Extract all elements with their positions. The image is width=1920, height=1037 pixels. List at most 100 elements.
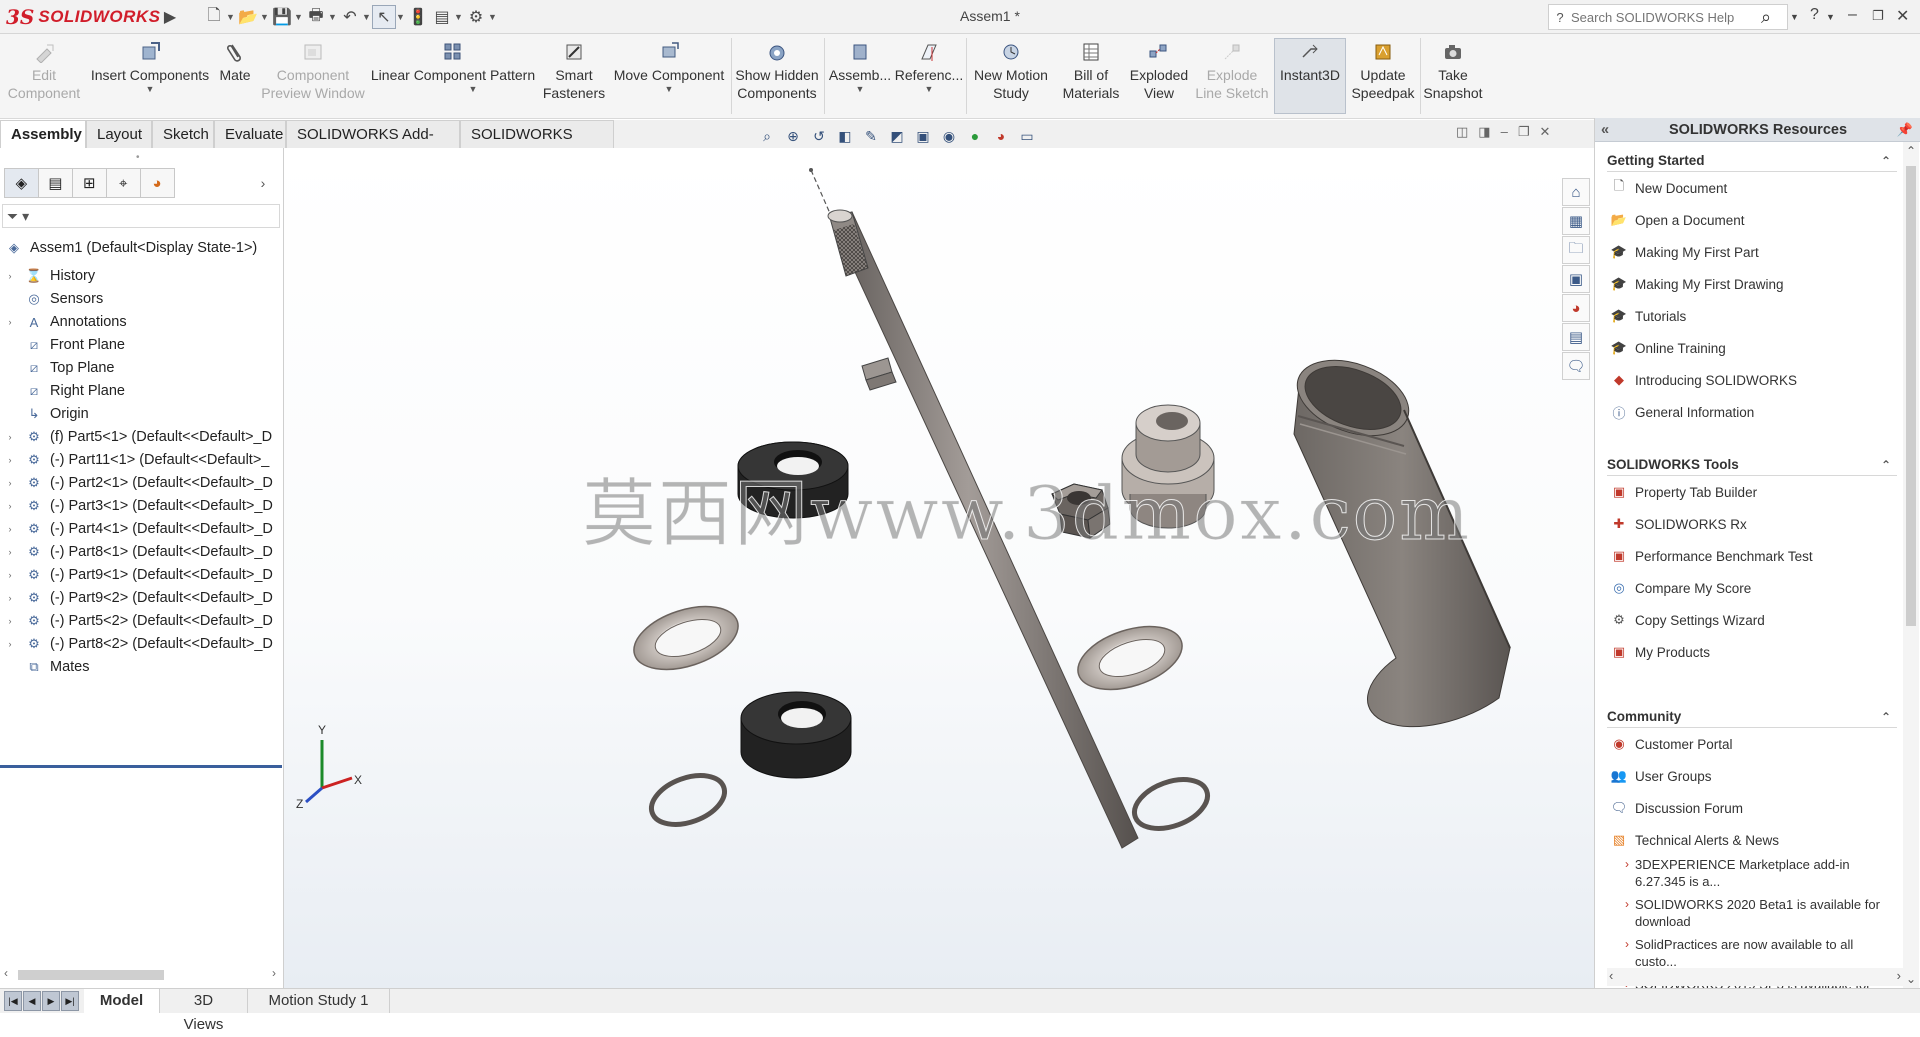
search-icon[interactable]: ⌕ <box>1751 7 1781 28</box>
resource-link[interactable]: 🗋 New Document <box>1607 172 1897 204</box>
smart-fasteners-button[interactable]: Smart Fasteners <box>538 38 610 102</box>
select-cursor-icon[interactable]: ↖ <box>372 5 396 29</box>
select-dropdown-icon[interactable]: ▼ <box>396 12 406 22</box>
rebuild-icon[interactable]: 🚦 <box>406 5 430 29</box>
options-dropdown-icon[interactable]: ▼ <box>488 12 498 22</box>
edit-appearance-icon[interactable]: ● <box>964 125 986 147</box>
move-component-button[interactable]: Move Component ▼ <box>610 38 728 94</box>
tree-filter[interactable]: ⏷ ▾ <box>2 204 280 228</box>
undo-dropdown-icon[interactable]: ▼ <box>362 12 372 22</box>
solidworks-logo[interactable]: 3S SOLIDWORKS <box>6 3 160 31</box>
undo-icon[interactable]: ↶ <box>338 5 362 29</box>
scroll-right-icon[interactable]: › <box>272 966 276 980</box>
dynamic-annotation-icon[interactable]: ✎ <box>860 125 882 147</box>
expand-arrow-icon[interactable]: › <box>4 570 16 580</box>
viewport-tile-icon[interactable]: ◫ <box>1456 124 1468 140</box>
tab-model[interactable]: Model <box>84 989 160 1013</box>
expand-arrow-icon[interactable]: › <box>4 501 16 511</box>
collapse-pane-icon[interactable]: « <box>1601 118 1609 142</box>
edit-component-button[interactable]: Edit Component <box>2 38 86 102</box>
show-hidden-components-button[interactable]: Show Hidden Components <box>734 38 820 102</box>
forum-icon[interactable]: 🗨 <box>1562 352 1590 380</box>
viewport-split-icon[interactable]: ◨ <box>1478 124 1490 140</box>
viewport-close-icon[interactable]: ✕ <box>1539 124 1550 140</box>
collapse-caret-icon[interactable]: ⌃ <box>1881 454 1891 476</box>
news-item[interactable]: SolidPractices are now available to all … <box>1607 936 1897 970</box>
viewport-restore-icon[interactable]: ❐ <box>1518 124 1530 140</box>
tab-evaluate[interactable]: Evaluate <box>214 120 286 148</box>
linear-pattern-button[interactable]: Linear Component Pattern ▼ <box>368 38 538 94</box>
view-orientation-icon[interactable]: ◩ <box>886 125 908 147</box>
view-settings-icon[interactable]: ▭ <box>1016 125 1038 147</box>
expand-arrow-icon[interactable]: › <box>4 478 16 488</box>
home-icon[interactable]: ⌂ <box>1562 178 1590 206</box>
appearances-icon[interactable]: ◕ <box>1562 294 1590 322</box>
zoom-to-fit-icon[interactable]: ⌕ <box>756 125 778 147</box>
component-preview-button[interactable]: Component Preview Window <box>258 38 368 102</box>
last-tab-icon[interactable]: ▶| <box>61 991 79 1011</box>
move-component-dropdown-icon[interactable]: ▼ <box>610 84 728 94</box>
resource-link[interactable]: ◆ Introducing SOLIDWORKS <box>1607 364 1897 396</box>
file-properties-icon[interactable]: ▤ <box>430 5 454 29</box>
previous-view-icon[interactable]: ↺ <box>808 125 830 147</box>
expand-arrow-icon[interactable]: › <box>4 271 16 281</box>
resources-horizontal-scrollbar[interactable]: ‹ › <box>1607 968 1903 986</box>
collapse-caret-icon[interactable]: ⌃ <box>1881 150 1891 172</box>
section-header[interactable]: Getting Started ⌃ <box>1607 150 1897 172</box>
display-manager-tab-icon[interactable]: ◕ <box>139 168 175 198</box>
take-snapshot-button[interactable]: Take Snapshot <box>1422 38 1484 102</box>
help-search-input[interactable] <box>1571 9 1751 25</box>
expand-arrow-icon[interactable]: › <box>4 639 16 649</box>
propertymanager-tab-icon[interactable]: ▤ <box>37 168 73 198</box>
close-window-icon[interactable]: ✕ <box>1896 6 1909 26</box>
resource-link[interactable]: 🎓 Tutorials <box>1607 300 1897 332</box>
resource-link[interactable]: 🎓 Making My First Part <box>1607 236 1897 268</box>
panel-grip-icon[interactable]: • <box>136 152 140 163</box>
collapse-caret-icon[interactable]: ⌃ <box>1881 706 1891 728</box>
expand-arrow-icon[interactable]: › <box>4 432 16 442</box>
exploded-view-button[interactable]: Exploded View <box>1126 38 1192 102</box>
restore-window-icon[interactable]: ❐ <box>1872 8 1884 24</box>
tree-rollback-bar[interactable] <box>0 765 282 768</box>
save-dropdown-icon[interactable]: ▼ <box>294 12 304 22</box>
tab-solidworks-mbd[interactable]: SOLIDWORKS MBD <box>460 120 614 171</box>
resource-link[interactable]: ⚙ Copy Settings Wizard <box>1607 604 1897 636</box>
file-explorer-icon[interactable]: 🗀 <box>1562 236 1590 264</box>
scroll-left-icon[interactable]: ‹ <box>1609 968 1613 983</box>
expand-arrow-icon[interactable]: › <box>4 593 16 603</box>
resource-link[interactable]: ◉ Customer Portal <box>1607 728 1897 760</box>
pin-icon[interactable]: 📌 <box>1897 118 1913 142</box>
resource-link[interactable]: ▣ Performance Benchmark Test <box>1607 540 1897 572</box>
zoom-to-area-icon[interactable]: ⊕ <box>782 125 804 147</box>
search-dropdown-icon[interactable]: ▼ <box>1790 12 1799 22</box>
properties-dropdown-icon[interactable]: ▼ <box>454 12 464 22</box>
display-style-icon[interactable]: ▣ <box>912 125 934 147</box>
expand-arrow-icon[interactable]: › <box>4 455 16 465</box>
open-dropdown-icon[interactable]: ▼ <box>260 12 270 22</box>
viewport-minimize-icon[interactable]: – <box>1501 124 1508 140</box>
news-item[interactable]: 3DEXPERIENCE Marketplace add-in 6.27.345… <box>1607 856 1897 890</box>
assembly-features-dropdown-icon[interactable]: ▼ <box>828 84 892 94</box>
news-item[interactable]: SOLIDWORKS 2020 Beta1 is available for d… <box>1607 896 1897 930</box>
apply-scene-icon[interactable]: ◕ <box>990 125 1012 147</box>
assembly-features-button[interactable]: Assemb... ▼ <box>828 38 892 94</box>
instant3d-button[interactable]: Instant3D <box>1274 38 1346 84</box>
graphics-area[interactable]: 莫西网www.3dmox.com Y X Z <box>284 148 1594 988</box>
mate-button[interactable]: Mate <box>214 38 256 84</box>
featuremanager-tab-icon[interactable]: ◈ <box>4 168 39 198</box>
tab-3d-views[interactable]: 3D Views <box>160 989 248 1033</box>
resource-link[interactable]: ⓘ General Information <box>1607 396 1897 428</box>
print-dropdown-icon[interactable]: ▼ <box>328 12 338 22</box>
resource-link[interactable]: ▧ Technical Alerts & News <box>1607 824 1897 856</box>
new-dropdown-icon[interactable]: ▼ <box>226 12 236 22</box>
expand-arrow-icon[interactable]: › <box>4 616 16 626</box>
scroll-right-icon[interactable]: › <box>1897 968 1901 983</box>
resource-link[interactable]: 🗨 Discussion Forum <box>1607 792 1897 824</box>
print-icon[interactable]: 🖶 <box>304 5 328 29</box>
resource-link[interactable]: 📂 Open a Document <box>1607 204 1897 236</box>
tab-assembly[interactable]: Assembly <box>0 120 86 148</box>
chevron-right-icon[interactable]: › <box>261 168 280 198</box>
new-motion-study-button[interactable]: New Motion Study <box>968 38 1054 102</box>
tab-solidworks-add-ins[interactable]: SOLIDWORKS Add-Ins <box>286 120 460 171</box>
prev-tab-icon[interactable]: ◀ <box>23 991 41 1011</box>
